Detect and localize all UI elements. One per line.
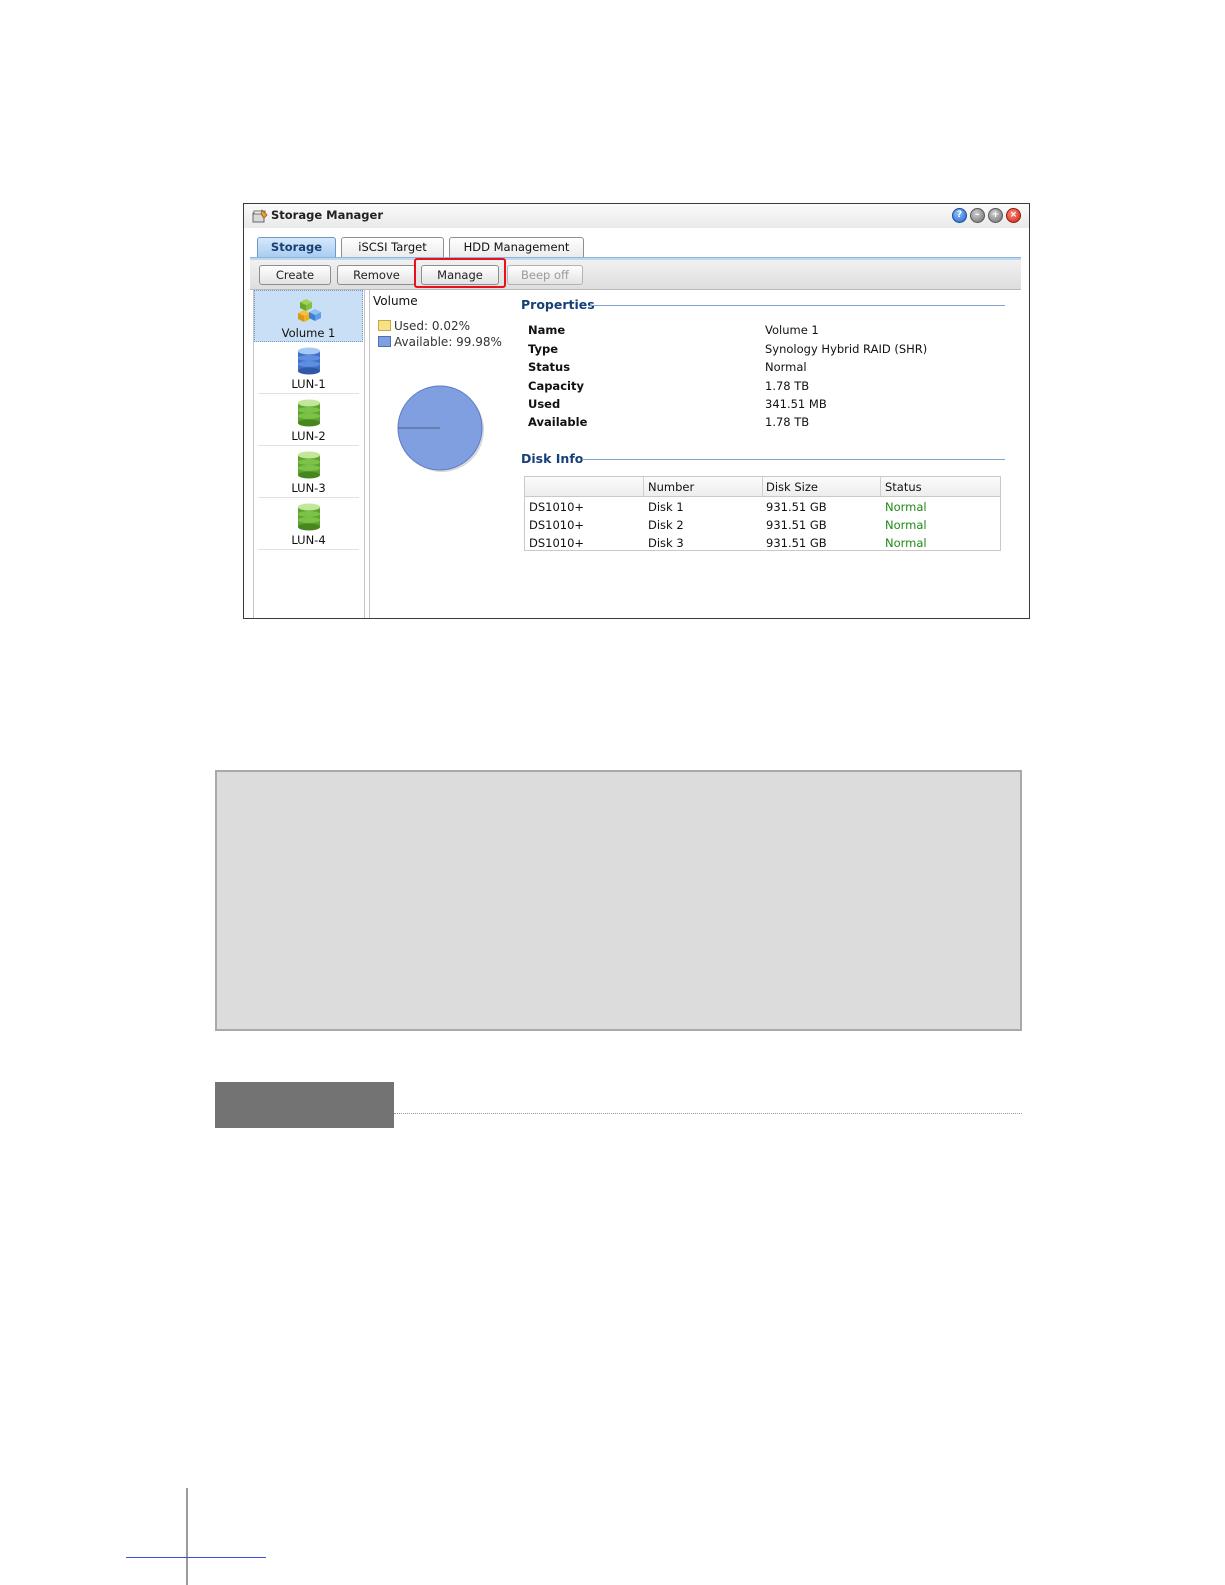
footer-link-rule (126, 1557, 266, 1558)
list-item-label: Volume 1 (281, 326, 336, 340)
prop-label-status: Status (528, 360, 571, 374)
table-cell: 931.51 GB (766, 500, 827, 514)
tab-strip: Storage iSCSI Target HDD Management (244, 228, 1029, 258)
disk-info-table: Number Disk Size Status DS1010+ Disk 1 9… (524, 476, 1001, 551)
lun-green-icon (298, 451, 320, 479)
prop-label-used: Used (528, 397, 561, 411)
table-cell: DS1010+ (529, 500, 585, 514)
properties-rule (590, 305, 1005, 306)
available-swatch (378, 336, 391, 347)
table-cell: Disk 2 (648, 518, 684, 532)
column-header-number[interactable]: Number (648, 480, 694, 494)
volume-chart-title: Volume (373, 294, 418, 308)
lun-blue-icon (298, 347, 320, 375)
list-item-lun-3[interactable]: LUN-3 (254, 446, 363, 498)
status-badge: Normal (885, 536, 927, 550)
list-item-label: LUN-2 (291, 429, 326, 443)
column-header-disk-size[interactable]: Disk Size (766, 480, 818, 494)
panel-divider (364, 290, 370, 618)
list-item-lun-4[interactable]: LUN-4 (254, 498, 363, 550)
list-item-lun-1[interactable]: LUN-1 (254, 342, 363, 394)
list-item-volume-1[interactable]: Volume 1 (254, 290, 363, 342)
note-box (215, 770, 1022, 1031)
beep-off-button[interactable]: Beep off (507, 265, 583, 285)
window-title: Storage Manager (271, 208, 384, 222)
list-item-label: LUN-4 (291, 533, 326, 547)
remove-button[interactable]: Remove (337, 265, 416, 285)
table-cell: DS1010+ (529, 536, 585, 550)
list-item-label: LUN-3 (291, 481, 326, 495)
window-controls: ? – + × (952, 208, 1021, 223)
table-cell: DS1010+ (529, 518, 585, 532)
title-bar[interactable]: Storage Manager ? – + × (244, 204, 1029, 228)
prop-label-name: Name (528, 323, 566, 337)
volume-list-panel: Volume 1 LUN-1 LUN-2 LUN-3 LUN-4 (253, 290, 365, 618)
legend-used-label: Used: 0.02% (394, 319, 471, 333)
table-cell: Disk 1 (648, 500, 684, 514)
tab-hdd-management[interactable]: HDD Management (449, 237, 584, 257)
prop-value-used: 341.51 MB (765, 397, 827, 411)
prop-value-name: Volume 1 (765, 323, 819, 337)
toolbar: Create Remove Manage Beep off (250, 260, 1021, 290)
prop-value-available: 1.78 TB (765, 415, 810, 429)
section-heading-block (215, 1082, 394, 1128)
list-item-lun-2[interactable]: LUN-2 (254, 394, 363, 446)
section-dotted-rule (394, 1113, 1022, 1114)
table-cell: 931.51 GB (766, 518, 827, 532)
close-icon[interactable]: × (1006, 208, 1021, 223)
minimize-icon[interactable]: – (970, 208, 985, 223)
table-header: Number Disk Size Status (525, 477, 1000, 497)
tab-iscsi-target[interactable]: iSCSI Target (341, 237, 444, 257)
prop-value-status: Normal (765, 360, 807, 374)
prop-label-capacity: Capacity (528, 379, 584, 393)
page-margin-line (186, 1488, 188, 1585)
lun-green-icon (298, 503, 320, 531)
storage-manager-window: Storage Manager ? – + × Storage iSCSI Ta… (243, 203, 1030, 619)
volume-usage-pie (397, 385, 484, 472)
disk-info-rule (582, 459, 1005, 460)
status-badge: Normal (885, 518, 927, 532)
table-cell: 931.51 GB (766, 536, 827, 550)
prop-value-type: Synology Hybrid RAID (SHR) (765, 342, 928, 356)
list-item-label: LUN-1 (291, 377, 326, 391)
prop-label-type: Type (528, 342, 559, 356)
storage-manager-app-icon (252, 209, 268, 223)
legend-available-label: Available: 99.98% (394, 335, 502, 349)
maximize-icon[interactable]: + (988, 208, 1003, 223)
volume-icon (298, 299, 321, 322)
legend-available: Available: 99.98% (378, 335, 502, 349)
status-badge: Normal (885, 500, 927, 514)
lun-green-icon (298, 399, 320, 427)
tab-storage[interactable]: Storage (257, 237, 336, 257)
manage-button-highlight (414, 258, 506, 288)
properties-title: Properties (521, 297, 595, 312)
prop-value-capacity: 1.78 TB (765, 379, 810, 393)
help-icon[interactable]: ? (952, 208, 967, 223)
disk-info-title: Disk Info (521, 451, 584, 466)
legend-used: Used: 0.02% (378, 319, 470, 333)
prop-label-available: Available (528, 415, 588, 429)
used-swatch (378, 320, 391, 331)
table-cell: Disk 3 (648, 536, 684, 550)
column-header-status[interactable]: Status (885, 480, 922, 494)
create-button[interactable]: Create (259, 265, 331, 285)
